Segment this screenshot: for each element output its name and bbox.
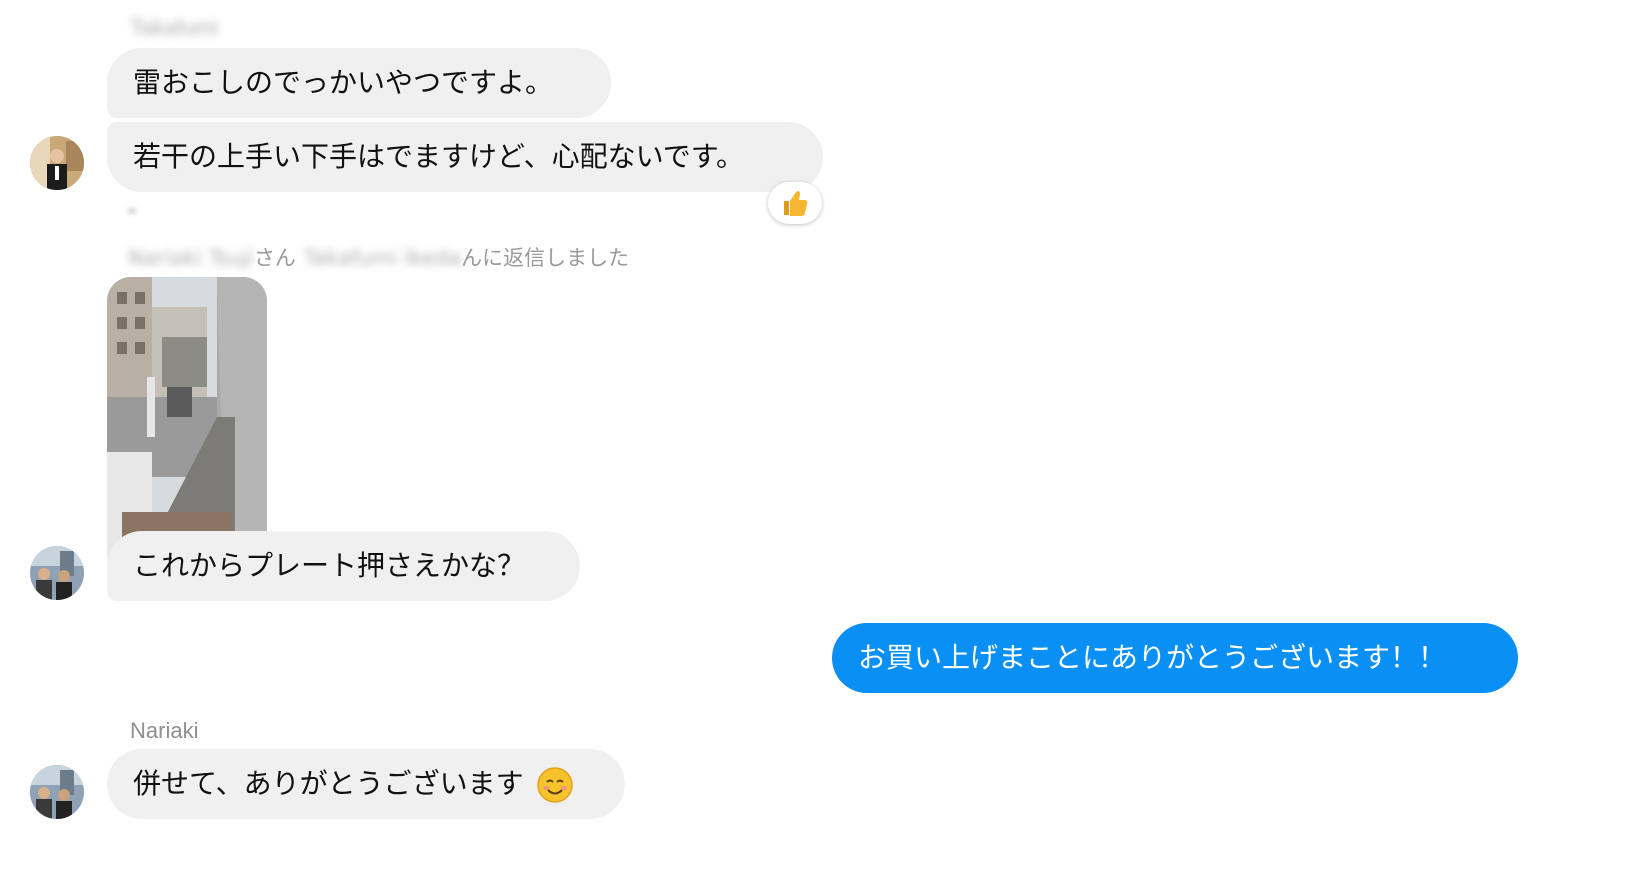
photo-image [107,277,267,562]
reply-notice-blurred-target: Takafumi Ikeda [303,246,462,270]
message-text: 雷おこしのでっかいやつですよ。 [133,66,554,99]
avatar-image [30,765,84,819]
message-text: 併せて、ありがとうございます [133,767,524,800]
avatar[interactable] [30,136,84,190]
message-text: お買い上げまことにありがとうございます！！ [858,641,1447,674]
message-bubble[interactable]: 若干の上手い下手はでますけど、心配ないです。 [107,122,823,192]
sender-name-1: Takafumi [130,15,219,40]
avatar-image [30,136,84,190]
reply-notice: Nariaki Tsujiさん Takafumi Ikedaんに返信しました [128,242,629,272]
message-bubble[interactable]: 雷おこしのでっかいやつですよ。 [107,48,611,118]
avatar[interactable] [30,765,84,819]
thumbs-up-icon [784,190,808,216]
message-bubble[interactable]: これからプレート押さえかな？ [107,531,580,601]
reaction-badge[interactable] [768,182,822,224]
construction-site-photo[interactable] [107,277,267,562]
sender-name-2: Nariaki [130,718,199,743]
blurred-dot [128,208,136,214]
message-text: 若干の上手い下手はでますけど、心配ないです。 [133,140,744,173]
avatar-image [30,546,84,600]
reply-notice-blurred-name: Nariaki Tsuji [128,246,254,270]
outgoing-message-bubble[interactable]: お買い上げまことにありがとうございます！！ [832,623,1518,693]
reply-notice-text: さん [253,246,296,270]
message-text: これからプレート押さえかな？ [133,549,526,582]
avatar[interactable] [30,546,84,600]
reply-notice-text-end: んに返信しました [461,246,630,270]
message-bubble[interactable]: 併せて、ありがとうございます [107,749,625,819]
smiling-face-icon [536,767,573,803]
